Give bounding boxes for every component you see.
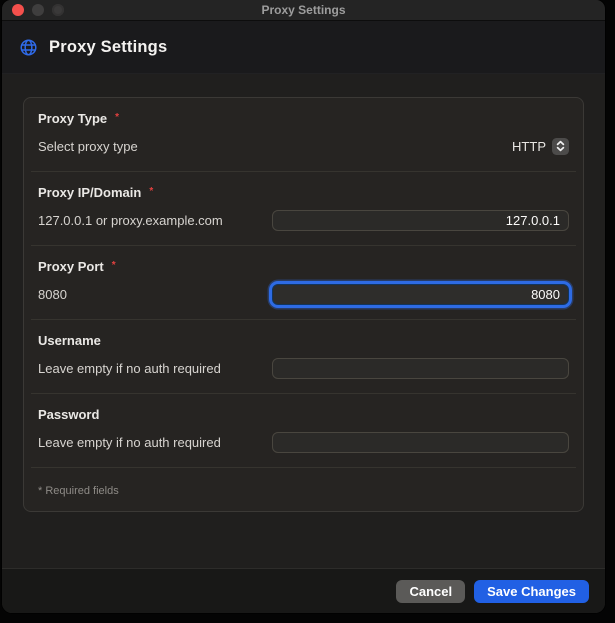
proxy-type-row: Proxy Type * Select proxy type HTTP [31,98,576,172]
proxy-settings-window: Proxy Settings Proxy Settings Proxy Type… [2,0,605,613]
globe-icon [19,38,38,57]
proxy-port-label: Proxy Port [38,259,104,274]
proxy-port-input[interactable] [272,284,569,305]
proxy-type-label: Proxy Type [38,111,107,126]
proxy-port-row: Proxy Port * 8080 [31,246,576,320]
proxy-port-description: 8080 [38,287,67,302]
password-label: Password [38,407,99,422]
username-input[interactable] [272,358,569,379]
proxy-type-description: Select proxy type [38,139,138,154]
settings-card: Proxy Type * Select proxy type HTTP [23,97,584,512]
minimize-window-icon [32,4,44,16]
proxy-type-selected-value: HTTP [512,139,546,154]
save-changes-button[interactable]: Save Changes [474,580,589,603]
required-marker: * [112,260,116,271]
zoom-window-icon [52,4,64,16]
chevron-up-down-icon [552,138,569,155]
proxy-ip-label: Proxy IP/Domain [38,185,141,200]
close-window-icon[interactable] [12,4,24,16]
proxy-ip-row: Proxy IP/Domain * 127.0.0.1 or proxy.exa… [31,172,576,246]
footnote-row: * Required fields [31,468,576,511]
password-input[interactable] [272,432,569,453]
titlebar: Proxy Settings [2,0,605,21]
password-row: Password Leave empty if no auth required [31,394,576,468]
proxy-ip-description: 127.0.0.1 or proxy.example.com [38,213,223,228]
required-marker: * [115,112,119,123]
username-row: Username Leave empty if no auth required [31,320,576,394]
password-description: Leave empty if no auth required [38,435,221,450]
page-title: Proxy Settings [49,38,167,57]
window-title: Proxy Settings [2,3,605,17]
traffic-lights [12,4,64,16]
required-fields-note: * Required fields [38,485,119,497]
proxy-type-select[interactable]: HTTP [512,138,569,155]
username-label: Username [38,333,101,348]
dialog-header: Proxy Settings [2,21,605,74]
cancel-button[interactable]: Cancel [396,580,465,603]
dialog-footer: Cancel Save Changes [2,568,605,613]
required-marker: * [149,186,153,197]
dialog-body: Proxy Type * Select proxy type HTTP [2,74,605,568]
proxy-ip-input[interactable] [272,210,569,231]
username-description: Leave empty if no auth required [38,361,221,376]
